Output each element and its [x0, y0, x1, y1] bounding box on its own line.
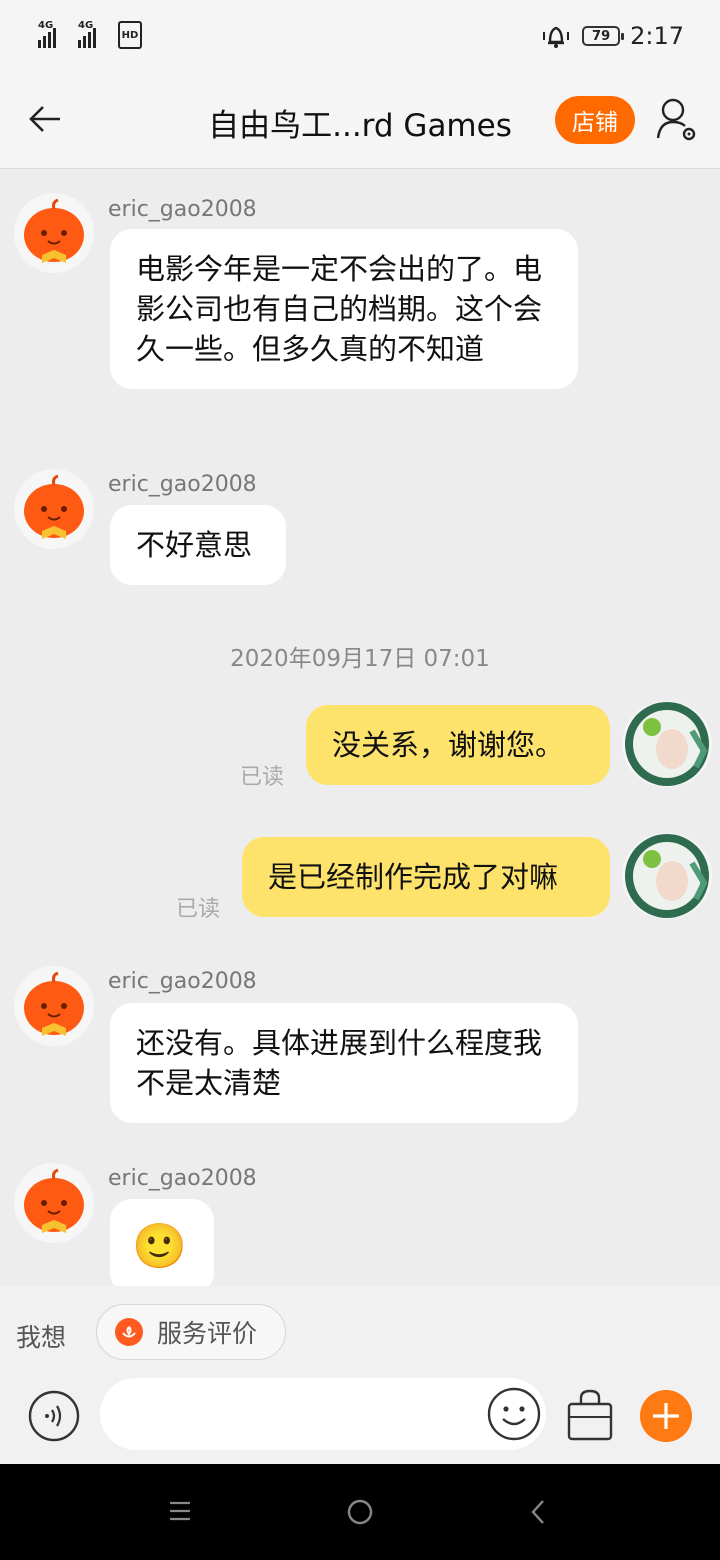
menu-icon[interactable]: [168, 1500, 192, 1522]
avatar[interactable]: [14, 1163, 94, 1243]
battery-icon: 79: [582, 26, 625, 46]
clock: 2:17: [630, 22, 684, 50]
vibrate-bell-icon: [543, 26, 570, 48]
pumpkin-avatar-icon: [24, 971, 84, 1036]
home-icon[interactable]: [346, 1498, 374, 1526]
profile-photo-icon: [625, 834, 709, 918]
pumpkin-avatar-icon: [24, 474, 84, 539]
pumpkin-avatar-icon: [24, 1168, 84, 1233]
shop-button[interactable]: 店铺: [555, 96, 635, 144]
sender-name: eric_gao2008: [108, 1166, 257, 1191]
emoji-icon[interactable]: [486, 1386, 542, 1442]
quick-label: 我想: [16, 1323, 67, 1352]
message-bubble[interactable]: 是已经制作完成了对嘛: [242, 837, 610, 917]
profile-photo-icon: [625, 702, 709, 786]
back-nav-icon[interactable]: [528, 1498, 548, 1526]
timestamp: 2020年09月17日 07:01: [230, 646, 490, 672]
read-receipt: 已读: [176, 897, 221, 922]
plus-icon[interactable]: [640, 1390, 692, 1442]
message-bubble[interactable]: 电影今年是一定不会出的了。电影公司也有自己的档期。这个会久一些。但多久真的不知道: [110, 229, 578, 389]
avatar[interactable]: [14, 966, 94, 1046]
page-title: 自由鸟工...rd Games: [208, 108, 512, 144]
pumpkin-avatar-icon: [24, 198, 84, 263]
flower-icon: [115, 1318, 143, 1346]
message-input[interactable]: [100, 1378, 546, 1450]
my-avatar[interactable]: [622, 701, 712, 787]
sender-name: eric_gao2008: [108, 197, 257, 222]
quick-actions-bar: 我想 服务评价: [0, 1286, 720, 1378]
user-settings-icon[interactable]: [655, 96, 699, 144]
input-bar: [0, 1378, 720, 1464]
message-bubble[interactable]: 没关系，谢谢您。: [306, 705, 610, 785]
signal-icon: 4G: [38, 20, 72, 50]
emoji-message-bubble[interactable]: 🙂: [110, 1199, 214, 1286]
message-bubble[interactable]: 不好意思: [110, 505, 286, 585]
read-receipt: 已读: [240, 765, 285, 790]
signal-icon: 4G: [78, 20, 112, 50]
bag-icon[interactable]: [566, 1388, 614, 1442]
sender-name: eric_gao2008: [108, 472, 257, 497]
voice-icon[interactable]: [28, 1390, 80, 1442]
avatar[interactable]: [14, 469, 94, 549]
chat-header: 自由鸟工...rd Games 店铺: [0, 72, 720, 169]
hd-icon: HD: [118, 21, 142, 49]
back-arrow-icon[interactable]: [26, 98, 68, 140]
message-bubble[interactable]: 还没有。具体进展到什么程度我不是太清楚: [110, 1003, 578, 1123]
avatar[interactable]: [14, 193, 94, 273]
service-rating-chip[interactable]: 服务评价: [96, 1304, 286, 1360]
chat-area[interactable]: eric_gao2008 电影今年是一定不会出的了。电影公司也有自己的档期。这个…: [0, 169, 720, 1286]
status-bar: 4G 4G HD 79 2:17: [0, 0, 720, 72]
navigation-bar: [0, 1464, 720, 1560]
my-avatar[interactable]: [622, 833, 712, 919]
sender-name: eric_gao2008: [108, 969, 257, 994]
